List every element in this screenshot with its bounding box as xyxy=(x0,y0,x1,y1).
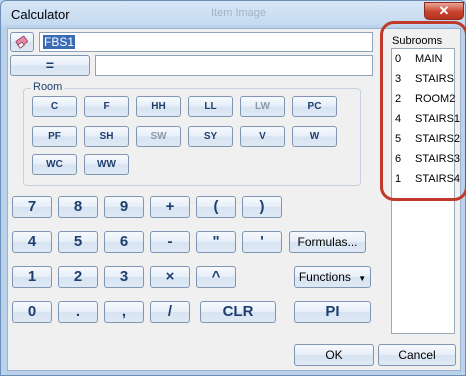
close-button[interactable]: ✕ xyxy=(424,2,464,20)
room-button-v[interactable]: V xyxy=(240,126,285,147)
key-button-5[interactable]: ) xyxy=(242,196,282,218)
cancel-button[interactable]: Cancel xyxy=(378,344,456,366)
formulas-button[interactable]: Formulas... xyxy=(289,231,366,253)
functions-label: Functions xyxy=(298,270,351,284)
ok-button[interactable]: OK xyxy=(294,344,374,366)
eraser-icon xyxy=(15,35,28,49)
room-button-sy[interactable]: SY xyxy=(188,126,233,147)
calculator-window: Calculator Item Image ✕ FBS1 = Room C F HH… xyxy=(0,0,466,376)
room-button-sw[interactable]: SW xyxy=(136,126,181,147)
room-button-f[interactable]: F xyxy=(84,96,129,117)
room-button-w[interactable]: W xyxy=(292,126,337,147)
room-button-lw[interactable]: LW xyxy=(240,96,285,117)
room-group-label: Room xyxy=(31,81,65,93)
functions-dropdown[interactable]: Functions ▼ xyxy=(294,266,371,288)
result-field[interactable] xyxy=(95,55,373,76)
close-icon: ✕ xyxy=(438,3,450,18)
key-button-4[interactable]: ( xyxy=(196,196,236,218)
key-button-21[interactable]: / xyxy=(150,301,190,323)
room-button-wc[interactable]: WC xyxy=(32,154,77,175)
key-button-13[interactable]: 2 xyxy=(58,266,98,288)
ghost-label: Item Image xyxy=(211,7,267,19)
room-button-c[interactable]: C xyxy=(32,96,77,117)
clr-button[interactable]: CLR xyxy=(200,301,276,323)
key-button-7[interactable]: 5 xyxy=(58,231,98,253)
key-button-20[interactable]: , xyxy=(104,301,144,323)
room-button-ll[interactable]: LL xyxy=(188,96,233,117)
key-button-2[interactable]: 9 xyxy=(104,196,144,218)
key-button-8[interactable]: 6 xyxy=(104,231,144,253)
key-button-0[interactable]: 7 xyxy=(12,196,52,218)
window-title: Calculator xyxy=(11,7,70,22)
key-button-10[interactable]: " xyxy=(196,231,236,253)
pi-button[interactable]: PI xyxy=(294,301,371,323)
room-button-ww[interactable]: WW xyxy=(84,154,129,175)
key-button-1[interactable]: 8 xyxy=(58,196,98,218)
key-button-3[interactable]: + xyxy=(150,196,190,218)
key-button-14[interactable]: 3 xyxy=(104,266,144,288)
formula-input[interactable]: FBS1 xyxy=(39,32,373,52)
dialog-body: FBS1 = Room C F HH LL LW PC PF SH SW SY V W WC WW 789… xyxy=(7,21,466,371)
chevron-down-icon: ▼ xyxy=(358,274,367,283)
formula-input-text: FBS1 xyxy=(43,35,76,49)
clear-entry-button[interactable] xyxy=(10,32,34,52)
key-button-6[interactable]: 4 xyxy=(12,231,52,253)
key-button-19[interactable]: . xyxy=(58,301,98,323)
room-button-pf[interactable]: PF xyxy=(32,126,77,147)
key-button-12[interactable]: 1 xyxy=(12,266,52,288)
key-button-18[interactable]: 0 xyxy=(12,301,52,323)
room-button-hh[interactable]: HH xyxy=(136,96,181,117)
key-button-11[interactable]: ' xyxy=(242,231,282,253)
key-button-15[interactable]: × xyxy=(150,266,190,288)
annotation-highlight xyxy=(380,21,466,201)
room-button-pc[interactable]: PC xyxy=(292,96,337,117)
equals-button[interactable]: = xyxy=(10,55,90,76)
key-button-9[interactable]: - xyxy=(150,231,190,253)
key-button-16[interactable]: ^ xyxy=(196,266,236,288)
room-button-sh[interactable]: SH xyxy=(84,126,129,147)
